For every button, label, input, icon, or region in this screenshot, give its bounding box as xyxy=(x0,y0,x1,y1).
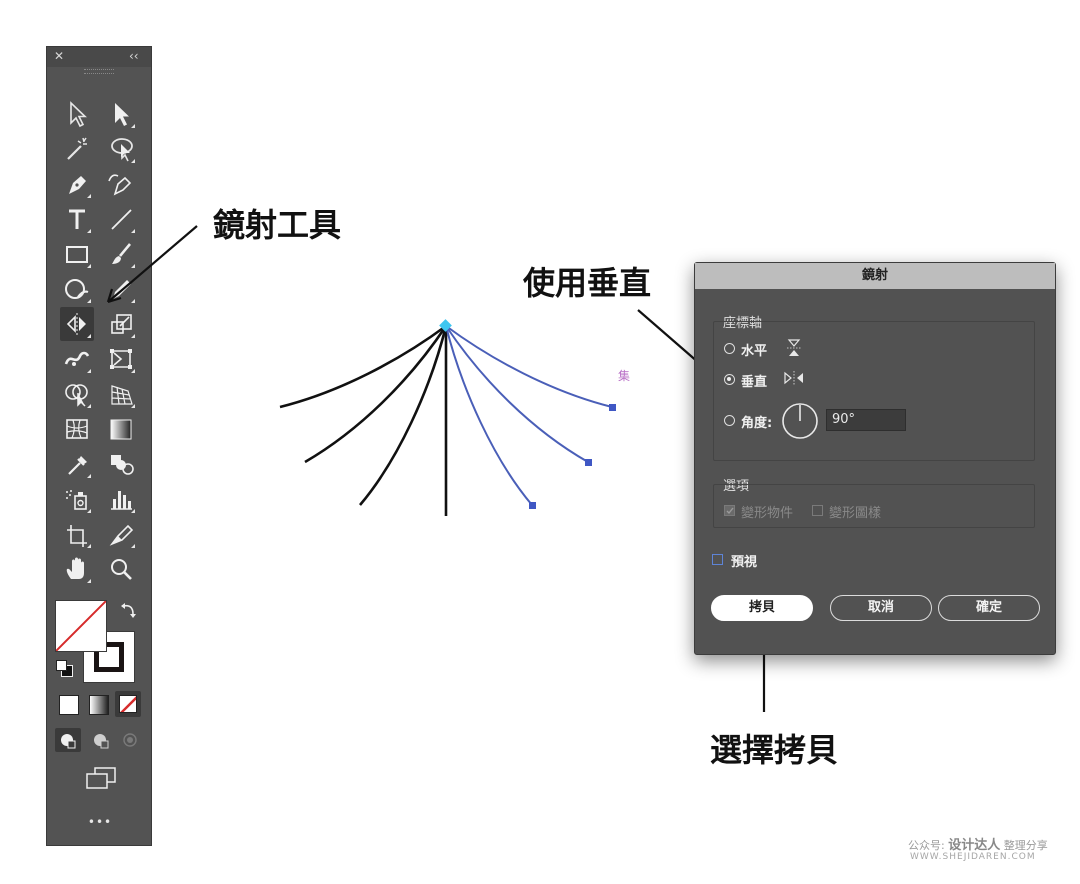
transform-objects-checkbox[interactable] xyxy=(724,505,735,516)
dialog-title: 鏡射 xyxy=(695,263,1055,289)
ok-button[interactable]: 確定 xyxy=(938,595,1040,621)
horizontal-axis-icon xyxy=(786,339,802,357)
horizontal-radio[interactable] xyxy=(724,343,735,354)
copy-button[interactable]: 拷貝 xyxy=(711,595,813,621)
vertical-label: 垂直 xyxy=(741,375,768,390)
watermark-prefix: 公众号: xyxy=(908,839,945,852)
horizontal-label: 水平 xyxy=(741,344,768,359)
cancel-button[interactable]: 取消 xyxy=(830,595,932,621)
transform-patterns-checkbox[interactable] xyxy=(812,505,823,516)
selection-anchors xyxy=(529,404,616,509)
original-strokes xyxy=(279,324,448,516)
transform-patterns-label: 變形圖樣 xyxy=(829,506,882,521)
canvas-label: 集 xyxy=(618,369,631,383)
transform-objects-label: 變形物件 xyxy=(741,506,794,521)
vertical-axis-icon xyxy=(784,370,804,386)
watermark-url: WWW.SHEJIDAREN.COM xyxy=(910,852,1036,862)
vertical-radio[interactable] xyxy=(724,374,735,385)
angle-label: 角度: xyxy=(741,416,773,431)
watermark: 公众号: 设计达人 整理分享 xyxy=(908,834,1048,853)
angle-radio[interactable] xyxy=(724,415,735,426)
angle-dial[interactable] xyxy=(781,402,819,440)
angle-input[interactable]: 90° xyxy=(826,409,906,431)
preview-label: 預視 xyxy=(731,555,758,570)
preview-checkbox[interactable] xyxy=(712,554,723,565)
watermark-suffix: 整理分享 xyxy=(1003,839,1048,852)
reflect-dialog: 鏡射 座標軸 水平 垂直 角度: 90° 選項 變形物件 變形圖樣 預視 拷貝 … xyxy=(694,262,1056,655)
watermark-brand: 设计达人 xyxy=(948,838,1001,853)
reflected-strokes xyxy=(445,325,613,506)
